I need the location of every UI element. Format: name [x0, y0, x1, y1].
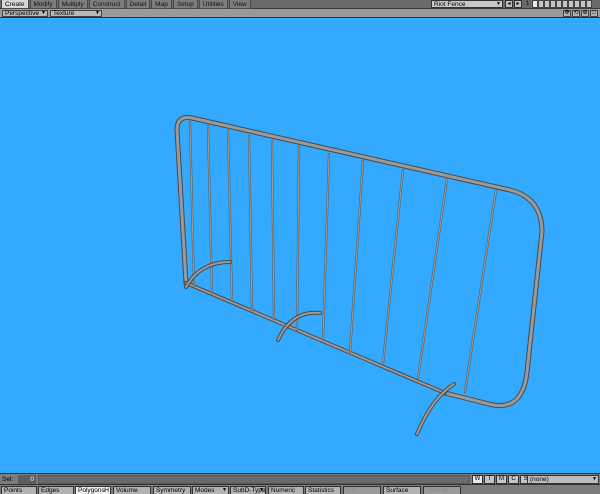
object-selector-value: Riot Fence [434, 1, 466, 8]
numeric-button[interactable]: Numeric [268, 486, 304, 494]
object-selector[interactable]: Riot Fence ▼ [431, 0, 503, 8]
riot-fence-model [174, 115, 545, 436]
modes-dropdown[interactable]: Modes ▼ [192, 486, 229, 494]
chevron-down-icon: ▼ [496, 1, 501, 7]
chevron-down-icon: ▼ [95, 10, 100, 16]
object-nav-buttons: ◂ ▸ [505, 0, 523, 8]
tab-utilities[interactable]: Utilities [198, 0, 228, 9]
w-button[interactable]: W [472, 475, 483, 484]
tab-detail[interactable]: Detail [125, 0, 151, 9]
polygons-label: Polygons [78, 487, 105, 494]
tab-map[interactable]: Map [151, 0, 172, 9]
move-view-icon[interactable]: ✥ [563, 10, 571, 17]
symmetry-button[interactable]: Symmetry [153, 486, 191, 494]
surface-button[interactable]: Surface [383, 486, 421, 494]
selection-label: Sel: [2, 476, 14, 483]
fence-feet-shadow [184, 260, 456, 436]
zoom-view-icon[interactable]: ⊕ [581, 10, 589, 17]
viewport-header: Perspective ▼ Texture ▼ ✥ ⟲ ⊕ □ [0, 9, 600, 18]
layer-button[interactable] [586, 0, 592, 8]
top-toolbar: Create Modify Multiply Construct Detail … [0, 0, 600, 9]
weight-texture-morph-color-selection-buttons: W T M C S [472, 475, 532, 484]
prev-object-button[interactable]: ◂ [505, 0, 513, 8]
view-mode-value: Perspective [5, 10, 39, 17]
render-mode-dropdown[interactable]: Texture ▼ [50, 10, 102, 17]
chevron-down-icon: ▼ [592, 476, 597, 482]
tab-construct[interactable]: Construct [88, 0, 125, 9]
layers-label: 1 [526, 1, 530, 7]
next-object-button[interactable]: ▸ [514, 0, 522, 8]
chevron-down-icon: ▼ [41, 10, 46, 16]
m-button[interactable]: M [496, 475, 507, 484]
chevron-down-icon: ▼ [222, 487, 227, 493]
status-row: Sel: 0 W T M C S (none) ▼ [0, 473, 600, 484]
statistics-button[interactable]: Statistics [305, 486, 341, 494]
points-mode-button[interactable]: Points [1, 486, 37, 494]
tab-setup[interactable]: Setup [172, 0, 198, 9]
tab-multiply[interactable]: Multiply [57, 0, 88, 9]
volume-button[interactable]: Volume [113, 486, 151, 494]
viewport-controls: ✥ ⟲ ⊕ □ [562, 10, 598, 17]
surface-dropdown-value: (none) [530, 476, 549, 483]
maximize-view-icon[interactable]: □ [590, 10, 598, 17]
bottom-toolbar: Points Edges Polygons H Volume Symmetry … [0, 484, 600, 494]
selection-count: 0 [18, 475, 36, 484]
modes-label: Modes [195, 487, 215, 494]
polygons-mode-button[interactable]: Polygons H [75, 486, 111, 494]
chevron-down-icon: ▼ [259, 487, 264, 493]
tab-create[interactable]: Create [1, 0, 29, 9]
subd-type-dropdown[interactable]: SubD-Type ▼ [230, 486, 266, 494]
info-button[interactable]: Info [343, 486, 381, 494]
c-button[interactable]: C [508, 475, 519, 484]
rotate-view-icon[interactable]: ⟲ [572, 10, 580, 17]
fence-bottom-rail [185, 282, 446, 394]
surface-dropdown[interactable]: (none) ▼ [527, 475, 599, 484]
edges-mode-button[interactable]: Edges [38, 486, 74, 494]
t-button[interactable]: T [484, 475, 495, 484]
message-field [38, 475, 470, 484]
render-mode-value: Texture [53, 10, 75, 17]
layer-buttons [532, 0, 592, 8]
view-mode-dropdown[interactable]: Perspective ▼ [2, 10, 48, 17]
tab-view[interactable]: View [228, 0, 251, 9]
perspective-viewport[interactable] [0, 18, 600, 473]
tab-modify[interactable]: Modify [29, 0, 57, 9]
polygons-hotkey: H [104, 487, 109, 494]
main-tabs: Create Modify Multiply Construct Detail … [1, 0, 252, 9]
fence-feet [185, 261, 455, 435]
unwrap-button[interactable]: Unwrap [423, 486, 461, 494]
